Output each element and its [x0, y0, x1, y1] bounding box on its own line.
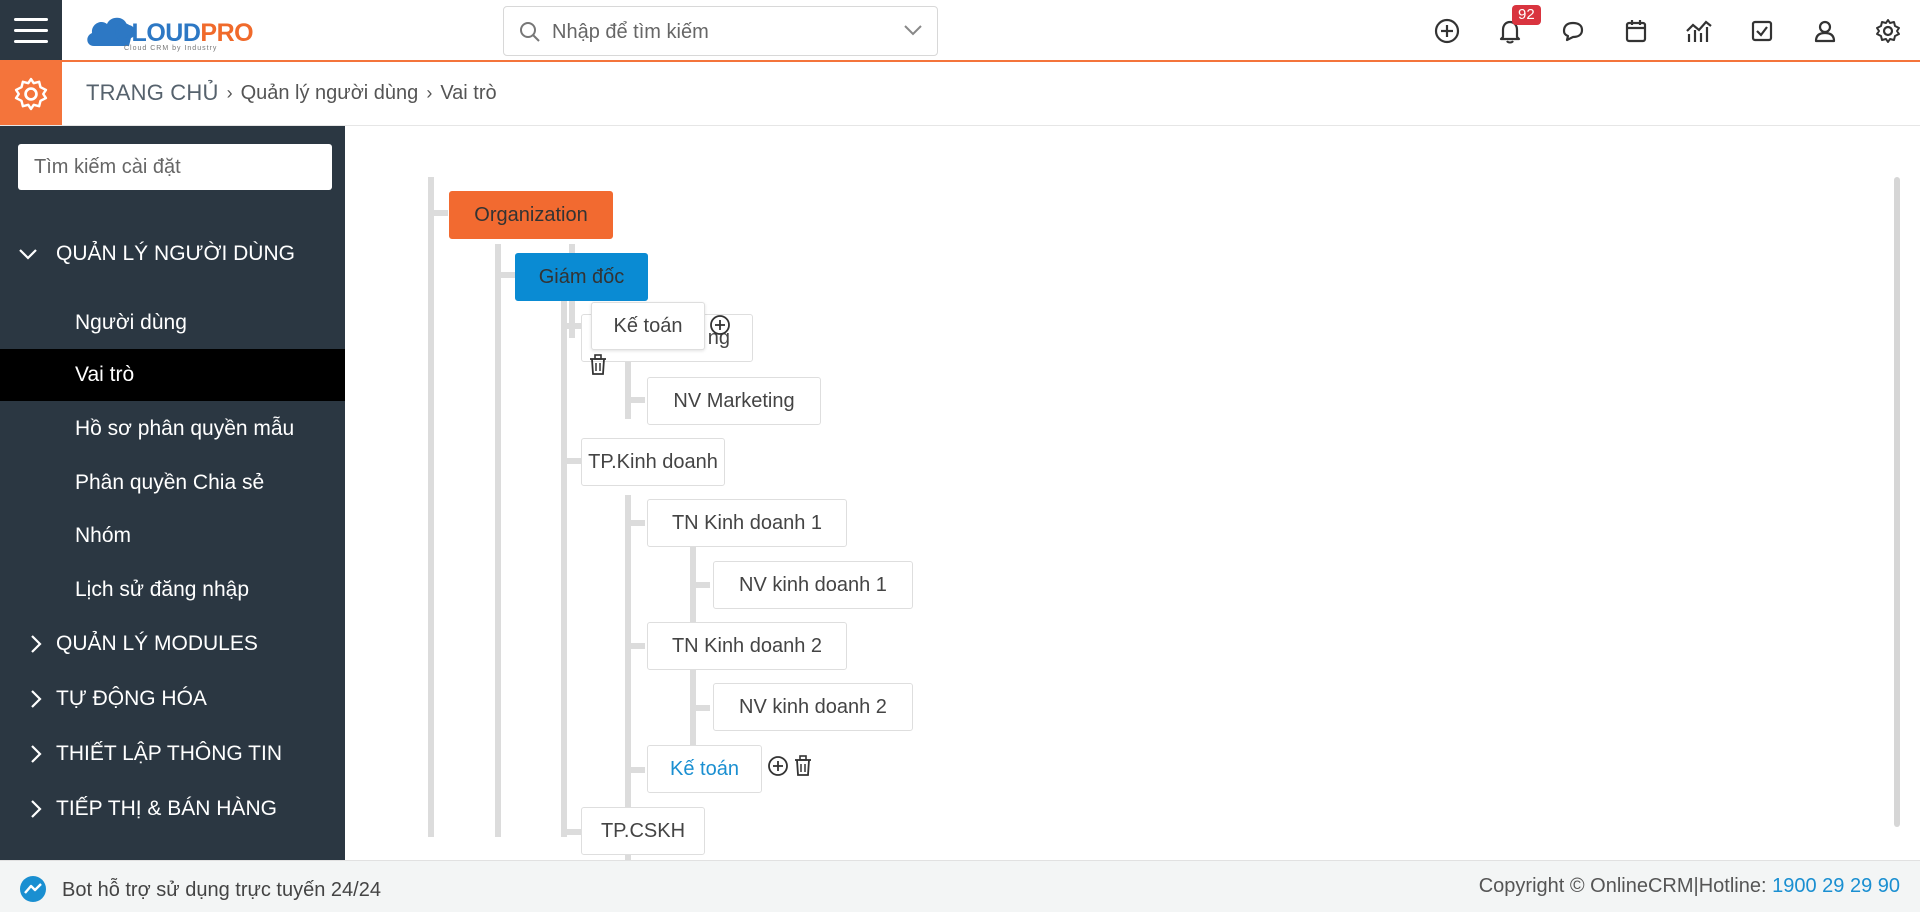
role-node-nv-kinh-doanh-2[interactable]: NV kinh doanh 2: [713, 683, 913, 731]
plus-circle-icon[interactable]: [1431, 15, 1463, 47]
tree-connector: [690, 705, 710, 711]
notification-badge: 92: [1512, 5, 1541, 25]
sidebar-section-label: TỰ ĐỘNG HÓA: [56, 687, 207, 710]
role-node-tp-cskh[interactable]: TP.CSKH: [581, 807, 705, 855]
logo-text: CLOUDPRO: [114, 19, 254, 47]
role-node-tn-kinh-doanh-1[interactable]: TN Kinh doanh 1: [647, 499, 847, 547]
gear-icon: [14, 77, 48, 110]
sidebar-section-label: QUẢN LÝ NGƯỜI DÙNG: [56, 242, 295, 265]
role-node-tp-kinh-doanh[interactable]: TP.Kinh doanh: [581, 438, 725, 486]
role-node-tn-kinh-doanh-2[interactable]: TN Kinh doanh 2: [647, 622, 847, 670]
sidebar-item-login-history[interactable]: Lịch sử đăng nhập: [0, 564, 345, 616]
delete-icon[interactable]: [587, 353, 609, 377]
tree-connector: [561, 458, 581, 464]
support-bot-link[interactable]: Bot hỗ trợ sử dụng trực tuyến 24/24: [18, 875, 381, 905]
breadcrumb-user-management[interactable]: Quản lý người dùng: [241, 82, 419, 105]
tree-connector: [625, 397, 645, 403]
copyright: Copyright © OnlineCRM|Hotline: 1900 29 2…: [1479, 875, 1900, 898]
chevron-right-icon: [0, 799, 56, 819]
hamburger-line: [14, 17, 48, 21]
settings-sidebar: QUẢN LÝ NGƯỜI DÙNG Người dùng Vai trò Hồ…: [0, 126, 345, 860]
chevron-down-icon[interactable]: [903, 23, 923, 37]
sidebar-section-modules[interactable]: QUẢN LÝ MODULES: [0, 622, 345, 666]
sidebar-section-user-management[interactable]: QUẢN LÝ NGƯỜI DÙNG: [0, 232, 345, 276]
tree-line: [625, 495, 631, 860]
tree-line: [495, 244, 501, 837]
calendar-icon[interactable]: [1620, 15, 1652, 47]
menu-toggle-button[interactable]: [0, 0, 62, 60]
sidebar-section-marketing-sales[interactable]: TIẾP THỊ & BÁN HÀNG: [0, 787, 345, 831]
vertical-scrollbar[interactable]: [1894, 177, 1900, 827]
sidebar-item-groups[interactable]: Nhóm: [0, 510, 345, 562]
tree-line: [561, 294, 567, 837]
breadcrumb-bar: TRANG CHỦ › Quản lý người dùng › Vai trò: [0, 62, 1920, 126]
sidebar-section-label: QUẢN LÝ MODULES: [56, 632, 258, 655]
breadcrumb: TRANG CHỦ › Quản lý người dùng › Vai trò: [86, 80, 497, 106]
chevron-right-icon: ›: [226, 82, 233, 103]
add-child-icon[interactable]: [766, 754, 790, 778]
tree-connector: [625, 767, 645, 773]
role-node-ke-toan[interactable]: Kế toán: [647, 745, 762, 793]
copyright-text: Copyright © OnlineCRM|Hotline:: [1478, 875, 1773, 897]
role-node-organization[interactable]: Organization: [449, 191, 613, 239]
sidebar-section-automation[interactable]: TỰ ĐỘNG HÓA: [0, 677, 345, 721]
chevron-right-icon: [0, 634, 56, 654]
tree-connector: [428, 210, 448, 216]
sidebar-item-users[interactable]: Người dùng: [0, 297, 345, 349]
role-tree-panel: Organization Giám đốc ng Kế toán NV Mark…: [345, 127, 1920, 860]
gear-icon[interactable]: [1872, 15, 1904, 47]
global-search[interactable]: [503, 6, 938, 56]
chart-icon[interactable]: [1683, 15, 1715, 47]
tree-connector: [561, 323, 581, 329]
footer: Bot hỗ trợ sử dụng trực tuyến 24/24 Copy…: [0, 860, 1920, 912]
tree-connector: [690, 582, 710, 588]
search-icon: [520, 22, 540, 42]
settings-gear-button[interactable]: [0, 62, 62, 125]
sidebar-section-label: TIẾP THỊ & BÁN HÀNG: [56, 797, 277, 820]
chevron-right-icon: [0, 689, 56, 709]
global-search-input[interactable]: [552, 17, 882, 47]
role-node-nv-marketing[interactable]: NV Marketing: [647, 377, 821, 425]
chevron-down-icon: [0, 247, 56, 261]
user-icon[interactable]: [1809, 15, 1841, 47]
chat-icon[interactable]: [1557, 15, 1589, 47]
messenger-icon: [20, 876, 46, 902]
sidebar-item-roles[interactable]: Vai trò: [0, 349, 345, 401]
tree-connector: [561, 829, 581, 835]
tree-connector: [495, 272, 515, 278]
sidebar-item-sharing-rules[interactable]: Phân quyền Chia sẻ: [0, 457, 345, 509]
logo-tagline: Cloud CRM by Industry: [124, 45, 218, 52]
tree-connector: [625, 643, 645, 649]
settings-search-input[interactable]: [18, 144, 332, 190]
sidebar-item-permission-profiles[interactable]: Hồ sơ phân quyền mẫu: [0, 403, 345, 455]
tree-connector: [625, 520, 645, 526]
breadcrumb-home[interactable]: TRANG CHỦ: [86, 80, 219, 106]
hotline-link[interactable]: 1900 29 29 90: [1772, 875, 1900, 897]
breadcrumb-roles: Vai trò: [440, 81, 497, 104]
chevron-right-icon: [0, 744, 56, 764]
role-node-giam-doc[interactable]: Giám đốc: [515, 253, 648, 301]
sidebar-section-label: THIẾT LẬP THÔNG TIN: [56, 742, 282, 765]
add-child-icon[interactable]: [708, 313, 732, 337]
hamburger-line: [14, 39, 48, 43]
hamburger-line: [14, 28, 48, 32]
sidebar-section-info-setup[interactable]: THIẾT LẬP THÔNG TIN: [0, 732, 345, 776]
tree-line: [428, 177, 434, 837]
delete-icon[interactable]: [792, 754, 814, 778]
checkbox-icon[interactable]: [1746, 15, 1778, 47]
role-node-nv-kinh-doanh-1[interactable]: NV kinh doanh 1: [713, 561, 913, 609]
top-bar: CLOUDPRO Cloud CRM by Industry 92: [0, 0, 1920, 62]
role-node-dragged-ke-toan[interactable]: Kế toán: [591, 302, 705, 350]
cloudpro-logo[interactable]: CLOUDPRO Cloud CRM by Industry: [84, 8, 264, 54]
support-bot-text: Bot hỗ trợ sử dụng trực tuyến 24/24: [62, 878, 381, 901]
chevron-right-icon: ›: [426, 82, 433, 103]
